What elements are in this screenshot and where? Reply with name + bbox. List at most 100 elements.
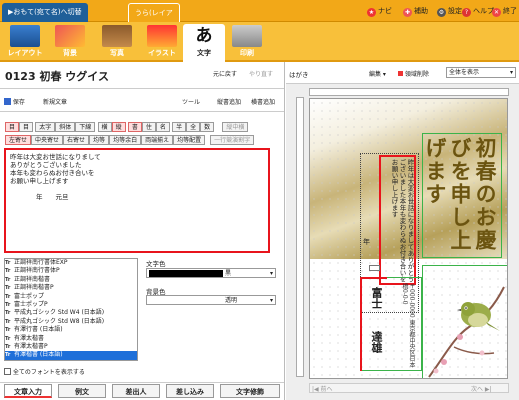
- font-item[interactable]: 有澤太楷書: [5, 335, 137, 344]
- background-icon: [55, 25, 85, 47]
- layout-button[interactable]: レイアウト: [4, 24, 46, 60]
- line-competition-button[interactable]: 一行競演割字: [210, 135, 255, 145]
- chevron-down-icon: ▾: [269, 297, 273, 304]
- fullwidth-button[interactable]: 全: [186, 122, 201, 132]
- prev-button[interactable]: |◀ 前へ: [312, 384, 333, 393]
- card-year: 年: [363, 238, 370, 246]
- message-textarea[interactable]: 昨年は大変お世話になりまして ありがとうございました 本年も変わらぬお付き合いを…: [4, 148, 270, 253]
- distribute-button[interactable]: 均等配置: [173, 135, 206, 145]
- tab-sender[interactable]: 差出人: [112, 384, 160, 398]
- new-text-button[interactable]: 新規文章: [43, 97, 67, 106]
- save-button[interactable]: 保存: [4, 97, 25, 106]
- underline-button[interactable]: 下線: [75, 122, 96, 132]
- divider: [0, 382, 284, 383]
- halfwidth-button[interactable]: 半: [172, 122, 187, 132]
- font-item[interactable]: 正調祥南楷書: [5, 276, 137, 285]
- undo-button[interactable]: 元に戻す: [213, 69, 237, 78]
- settings-link[interactable]: ⚙ 設定: [437, 5, 462, 17]
- tab-example[interactable]: 例文: [58, 384, 106, 398]
- title-bar: ▶おもて(宛て名)へ切替 うら(レイアウト) ★ナビ ✚補助 ⚙設定 ?ヘルプ …: [0, 0, 519, 36]
- bold-button[interactable]: 太字: [35, 122, 56, 132]
- postcard-canvas[interactable]: 初春のお慶びを申し上げます 昨年は大変お世話になりましてありがとうございました本…: [309, 98, 508, 379]
- navi-link[interactable]: ★ ナビ: [367, 5, 392, 17]
- font-item[interactable]: 正調祥南行書体P: [5, 267, 137, 276]
- sender-name: 達雄: [370, 331, 383, 353]
- background-button[interactable]: 背景: [49, 24, 91, 60]
- exit-link[interactable]: ✕ 終了: [492, 5, 517, 17]
- illust-button[interactable]: イラスト: [141, 24, 183, 60]
- bg-color-select[interactable]: 透明 ▾: [146, 295, 276, 305]
- name-button[interactable]: 名: [155, 122, 170, 132]
- number-button[interactable]: 数: [200, 122, 215, 132]
- tab-back-layout[interactable]: うら(レイアウト): [128, 3, 180, 36]
- edit-label: 編集: [369, 71, 382, 78]
- print-button[interactable]: 印刷: [226, 24, 268, 60]
- justify-both-button[interactable]: 両端揃え: [141, 135, 174, 145]
- sender-address: 〒000-0000 東京都中央区日本橋0-0-0: [401, 283, 415, 368]
- tatechuyoko-button[interactable]: 縦中横: [222, 122, 249, 132]
- font-item-selected[interactable]: 有澤楷書 (日本語): [5, 351, 137, 360]
- zoom-select[interactable]: 全体を表示 ▾: [446, 67, 516, 78]
- ruler-horizontal: [309, 88, 509, 96]
- illust-icon: [147, 25, 177, 47]
- uguisu-bird-illustration: [428, 286, 505, 378]
- main-toolbar: レイアウト 背景 写真 イラスト あ文字 印刷: [0, 22, 519, 64]
- assist-icon: ✚: [403, 8, 412, 17]
- divider: [0, 111, 284, 112]
- sender-surname: 富士: [370, 287, 383, 309]
- format-btn-1[interactable]: 目: [5, 122, 20, 132]
- tools-menu[interactable]: ツール: [182, 97, 200, 106]
- text-edit-panel: 0123 初春 ウグイス 元に戻す やり直す 保存 新規文章 ツール 縦書追加 …: [0, 62, 285, 400]
- sho-button[interactable]: 書: [127, 122, 142, 132]
- ruler-vertical: [296, 97, 304, 377]
- layout-label: レイアウト: [7, 49, 43, 57]
- text-line: [10, 185, 264, 193]
- show-all-fonts-checkbox[interactable]: 全てのフォントを表示する: [4, 367, 85, 376]
- text-color-label: 文字色: [146, 260, 166, 268]
- text-line: ありがとうございました: [10, 161, 82, 169]
- card-body-text: 昨年は大変お世話になりましてありがとうございました本年も変わらぬお付き合いをお願…: [390, 159, 414, 283]
- justify-margin-button[interactable]: 均等余白: [109, 135, 142, 145]
- format-btn-2[interactable]: 目: [19, 122, 34, 132]
- greeting-text: 初春のお慶びを申し上げます: [423, 137, 498, 252]
- edit-menu[interactable]: 編集 ▾: [369, 69, 386, 78]
- color-swatch: [149, 270, 223, 277]
- address-button[interactable]: 住: [141, 122, 156, 132]
- text-color-select[interactable]: 黒 ▾: [146, 268, 276, 278]
- vertical-button[interactable]: 縦: [111, 122, 126, 132]
- align-right-button[interactable]: 右寄せ: [63, 135, 90, 145]
- vertical-add-button[interactable]: 縦書追加: [217, 97, 241, 106]
- resize-handle[interactable]: [369, 265, 380, 271]
- assist-label: 補助: [414, 7, 428, 15]
- tab-text-decoration[interactable]: 文字修飾: [220, 384, 280, 398]
- illust-label: イラスト: [148, 49, 176, 57]
- format-row-2: 左寄せ 中央寄せ 右寄せ 均等 均等余白 両端揃え 均等配置 一行競演割字: [5, 135, 283, 145]
- area-delete-button[interactable]: 領域削除: [398, 69, 429, 78]
- document-title: 0123 初春 ウグイス: [5, 70, 109, 83]
- help-assist-link[interactable]: ✚ 補助: [403, 5, 428, 17]
- font-list[interactable]: 正調祥南行書体EXP 正調祥南行書体P 正調祥南楷書 正調祥南楷書P 富士ポップ…: [4, 258, 138, 361]
- tab-front-switch[interactable]: ▶おもて(宛て名)へ切替: [2, 3, 88, 22]
- save-label: 保存: [12, 99, 25, 106]
- settings-label: 設定: [448, 7, 462, 15]
- printer-icon: [232, 25, 262, 47]
- font-item[interactable]: 有澤行書 (日本語): [5, 326, 137, 335]
- tab-text-input[interactable]: 文章入力: [4, 384, 52, 398]
- photo-icon: [102, 25, 132, 47]
- italic-button[interactable]: 斜体: [55, 122, 76, 132]
- font-item[interactable]: 平成丸ゴシック Std W8 (日本語): [5, 318, 137, 327]
- align-center-button[interactable]: 中央寄せ: [31, 135, 64, 145]
- tab-insert[interactable]: 差し込み: [166, 384, 214, 398]
- font-item[interactable]: 富士ポップ: [5, 293, 137, 302]
- redo-button[interactable]: やり直す: [249, 69, 273, 78]
- horizontal-button[interactable]: 横: [97, 122, 112, 132]
- justify-button[interactable]: 均等: [89, 135, 110, 145]
- font-item[interactable]: 正調祥南楷書P: [5, 284, 137, 293]
- align-left-button[interactable]: 左寄せ: [5, 135, 32, 145]
- photo-button[interactable]: 写真: [96, 24, 138, 60]
- help-link[interactable]: ? ヘルプ: [462, 5, 494, 17]
- text-button[interactable]: あ文字: [183, 24, 225, 64]
- font-item[interactable]: 平成丸ゴシック Std W4 (日本語): [5, 309, 137, 318]
- horizontal-add-button[interactable]: 横書追加: [251, 97, 275, 106]
- next-button[interactable]: 次へ ▶|: [471, 384, 492, 393]
